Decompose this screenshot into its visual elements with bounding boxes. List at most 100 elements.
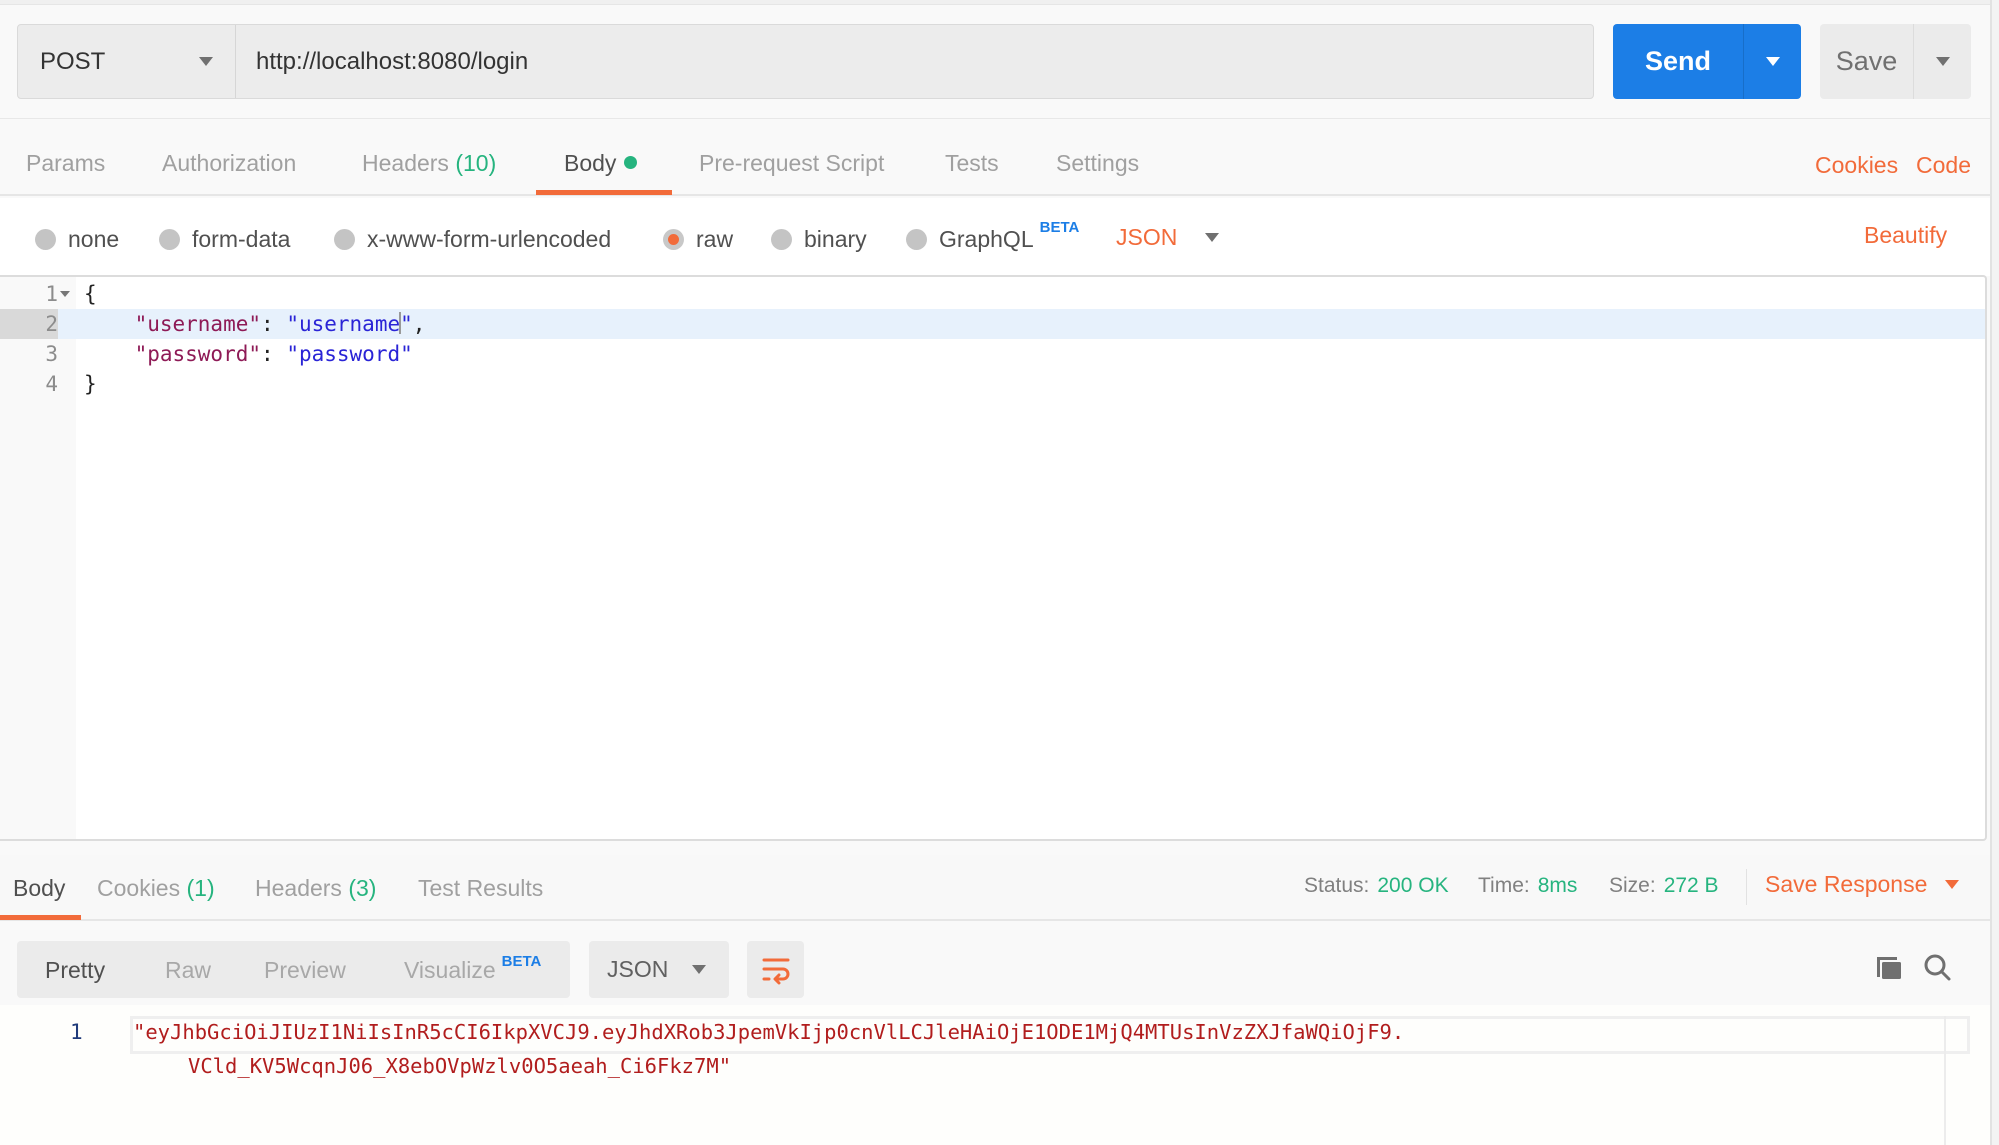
save-button[interactable]: Save xyxy=(1820,24,1913,99)
body-content-indicator xyxy=(624,156,638,169)
radio-x-www-form-urlencoded[interactable]: x-www-form-urlencoded xyxy=(334,226,611,253)
radio-label: form-data xyxy=(192,226,291,252)
tab-label: Authorization xyxy=(162,150,297,176)
view-preview[interactable]: Preview xyxy=(264,957,346,984)
size-readout: Size: 272 B xyxy=(1609,874,1719,898)
url-input[interactable] xyxy=(236,25,1593,98)
tab-label: Pre-request Script xyxy=(699,150,885,176)
copy-button[interactable] xyxy=(1872,950,1906,984)
wrap-lines-button[interactable] xyxy=(747,941,804,998)
tab-label: Body xyxy=(13,875,66,901)
tab-label: Test Results xyxy=(418,875,544,901)
save-button-group: Save xyxy=(1820,24,1971,99)
tab-pre-request-script[interactable]: Pre-request Script xyxy=(699,150,884,177)
beta-badge: BETA xyxy=(501,953,542,970)
code-text: "username": "username", xyxy=(84,309,425,339)
tab-label: Body xyxy=(564,150,617,176)
size-value: 272 B xyxy=(1663,874,1719,897)
tab-settings[interactable]: Settings xyxy=(1056,150,1139,177)
time-label: Time: xyxy=(1478,874,1530,897)
headers-count: (3) xyxy=(348,875,377,901)
save-options-button[interactable] xyxy=(1913,24,1971,99)
beta-badge: BETA xyxy=(1039,219,1080,236)
code-text: } xyxy=(84,369,97,399)
request-body-editor[interactable]: 1 { 2 "username": "username", 3 "passwor… xyxy=(0,275,1987,841)
request-tabs: Params Authorization Headers (10) Body P… xyxy=(0,120,1990,196)
radio-label: raw xyxy=(696,226,734,252)
divider xyxy=(0,118,1990,119)
send-button[interactable]: Send xyxy=(1613,24,1743,99)
response-tab-headers[interactable]: Headers (3) xyxy=(255,875,376,902)
line-number: 1 xyxy=(70,1020,83,1044)
tab-label: Headers xyxy=(255,875,342,901)
code-link[interactable]: Code xyxy=(1916,152,1971,179)
search-button[interactable] xyxy=(1920,950,1954,984)
radio-form-data[interactable]: form-data xyxy=(159,226,290,253)
beautify-button[interactable]: Beautify xyxy=(1864,222,1947,249)
radio-none[interactable]: none xyxy=(35,226,119,253)
json-string: "password" xyxy=(286,342,413,366)
view-visualize[interactable]: Visualize BETA xyxy=(404,953,541,984)
copy-icon xyxy=(1877,957,1901,979)
colon: : xyxy=(261,342,287,366)
radio-graphql[interactable]: GraphQL BETA xyxy=(906,219,1079,253)
tab-label: Cookies xyxy=(97,875,181,901)
tab-params[interactable]: Params xyxy=(26,150,105,177)
request-url-bar: POST xyxy=(17,24,1594,99)
tab-label: Tests xyxy=(945,150,999,176)
divider xyxy=(1746,869,1747,905)
tab-authorization[interactable]: Authorization xyxy=(162,150,296,177)
view-pretty[interactable]: Pretty xyxy=(45,957,105,984)
chevron-down-icon xyxy=(1945,880,1960,889)
radio-icon xyxy=(159,229,180,250)
comma: , xyxy=(412,312,426,336)
status-label: Status: xyxy=(1304,874,1370,897)
cookies-link[interactable]: Cookies xyxy=(1815,152,1898,179)
line-number: 2 xyxy=(0,309,58,339)
line-number: 1 xyxy=(45,282,58,306)
code-text: { xyxy=(84,279,97,309)
save-response-button[interactable]: Save Response xyxy=(1765,871,1960,898)
radio-icon xyxy=(35,229,56,250)
body-type-selector: none form-data x-www-form-urlencoded raw… xyxy=(0,198,1990,276)
radio-icon xyxy=(771,229,792,250)
json-key: "password" xyxy=(134,342,262,366)
response-tab-cookies[interactable]: Cookies (1) xyxy=(97,875,215,902)
response-tab-test-results[interactable]: Test Results xyxy=(418,875,543,902)
chevron-down-icon xyxy=(1935,57,1950,66)
response-format-select[interactable]: JSON xyxy=(589,941,729,998)
window-scrollbar[interactable] xyxy=(1990,0,1999,1145)
code-text: "password": "password" xyxy=(84,339,413,369)
colon: : xyxy=(261,312,287,336)
chevron-down-icon xyxy=(1205,233,1220,242)
radio-label: binary xyxy=(804,226,867,252)
radio-raw[interactable]: raw xyxy=(663,226,733,253)
method-select[interactable]: POST xyxy=(18,25,236,98)
chevron-down-icon xyxy=(692,965,707,974)
response-tab-body[interactable]: Body xyxy=(13,875,65,902)
tab-body[interactable]: Body xyxy=(564,150,638,177)
format-label: JSON xyxy=(607,956,669,982)
tab-tests[interactable]: Tests xyxy=(945,150,999,177)
active-tab-indicator xyxy=(536,190,672,195)
response-body-viewer[interactable]: 1 "eyJhbGciOiJIUzI1NiIsInR5cCI6IkpXVCJ9.… xyxy=(0,1005,1990,1145)
response-token-text-wrapped: VCld_KV5WcqnJ06_X8ebOVpWzlv0O5aeah_Ci6Fk… xyxy=(188,1054,732,1078)
tab-headers[interactable]: Headers (10) xyxy=(362,150,496,177)
tab-label: Settings xyxy=(1056,150,1140,176)
radio-binary[interactable]: binary xyxy=(771,226,867,253)
radio-label: x-www-form-urlencoded xyxy=(367,226,612,252)
code-line: 4 } xyxy=(0,369,1985,399)
view-raw[interactable]: Raw xyxy=(165,957,211,984)
send-options-button[interactable] xyxy=(1743,24,1801,99)
size-label: Size: xyxy=(1609,874,1656,897)
radio-label: none xyxy=(68,226,120,252)
radio-icon xyxy=(334,229,355,250)
tab-label: Params xyxy=(26,150,106,176)
headers-count: (10) xyxy=(455,150,497,176)
text-cursor xyxy=(399,312,402,334)
fold-arrow-icon[interactable] xyxy=(60,291,70,297)
code-line-active: 2 "username": "username", xyxy=(0,309,1985,339)
wrap-lines-icon xyxy=(762,958,789,984)
raw-format-select[interactable]: JSON xyxy=(1116,224,1220,251)
view-label: Visualize xyxy=(404,957,496,983)
